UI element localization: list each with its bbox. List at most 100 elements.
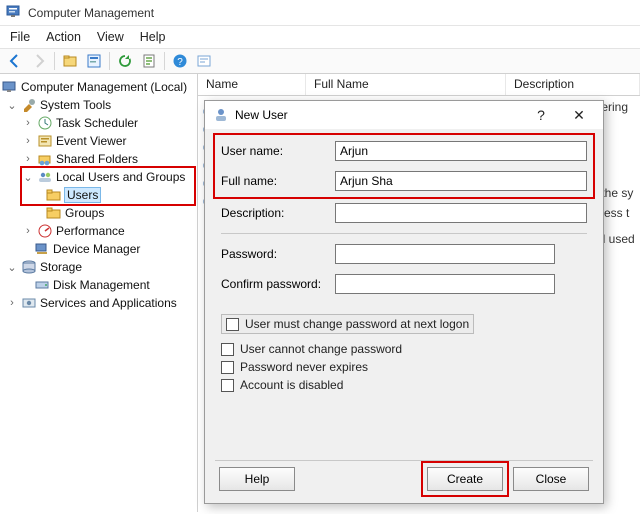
close-button[interactable]: Close <box>513 467 589 491</box>
password-input[interactable] <box>335 244 555 264</box>
tree-label: Performance <box>56 224 125 238</box>
password-label: Password: <box>221 247 331 261</box>
tree-performance[interactable]: › Performance <box>0 222 197 240</box>
tree-label: Users <box>65 188 100 202</box>
refresh-button[interactable] <box>114 51 136 71</box>
check-must-change[interactable]: User must change password at next logon <box>221 314 474 334</box>
column-headers: Name Full Name Description <box>198 74 640 96</box>
confirm-label: Confirm password: <box>221 277 331 291</box>
menu-file[interactable]: File <box>10 30 30 44</box>
col-name[interactable]: Name <box>198 74 306 95</box>
clock-icon <box>37 115 53 131</box>
new-container-button[interactable] <box>59 51 81 71</box>
field-password: Password: <box>221 244 587 264</box>
expander-icon[interactable]: › <box>22 135 34 147</box>
properties-button[interactable] <box>83 51 105 71</box>
users-icon <box>37 169 53 185</box>
perf-icon <box>37 223 53 239</box>
check-label: Password never expires <box>240 360 368 374</box>
tree-groups[interactable]: Groups <box>0 204 197 222</box>
tree-label: Groups <box>65 206 104 220</box>
tree-label: Services and Applications <box>40 296 177 310</box>
tree-label: System Tools <box>40 98 111 112</box>
tree-event-viewer[interactable]: › Event Viewer <box>0 132 197 150</box>
username-label: User name: <box>221 144 331 158</box>
field-description: Description: <box>221 203 587 223</box>
help-button[interactable]: ? <box>169 51 191 71</box>
dialog-title: New User <box>235 108 288 122</box>
expander-icon[interactable]: › <box>22 153 34 165</box>
col-description[interactable]: Description <box>506 74 640 95</box>
check-label: Account is disabled <box>240 378 343 392</box>
description-label: Description: <box>221 206 331 220</box>
menu-help[interactable]: Help <box>140 30 166 44</box>
check-disabled[interactable]: Account is disabled <box>221 378 587 392</box>
tree-root-label: Computer Management (Local) <box>21 80 187 94</box>
tree-users[interactable]: Users <box>0 186 197 204</box>
tree-task-scheduler[interactable]: › Task Scheduler <box>0 114 197 132</box>
toolbar-divider <box>164 52 165 70</box>
username-input[interactable] <box>335 141 587 161</box>
toolbar-divider <box>109 52 110 70</box>
tree-disk-management[interactable]: Disk Management <box>0 276 197 294</box>
tree-device-manager[interactable]: Device Manager <box>0 240 197 258</box>
event-icon <box>37 133 53 149</box>
checkbox-icon <box>221 361 234 374</box>
tree-label: Task Scheduler <box>56 116 138 130</box>
action-button[interactable] <box>193 51 215 71</box>
confirm-password-input[interactable] <box>335 274 555 294</box>
check-cannot-change[interactable]: User cannot change password <box>221 342 587 356</box>
tree-label: Local Users and Groups <box>56 170 185 184</box>
disk-icon <box>34 277 50 293</box>
help-button[interactable]: Help <box>219 467 295 491</box>
window-title: Computer Management <box>28 6 154 20</box>
checkbox-icon <box>221 379 234 392</box>
expander-icon[interactable]: ⌄ <box>6 99 18 112</box>
export-button[interactable] <box>138 51 160 71</box>
tree-label: Shared Folders <box>56 152 138 166</box>
menu-view[interactable]: View <box>97 30 124 44</box>
tree-label: Storage <box>40 260 82 274</box>
tree-system-tools[interactable]: ⌄ System Tools <box>0 96 197 114</box>
col-full-name[interactable]: Full Name <box>306 74 506 95</box>
check-label: User cannot change password <box>240 342 402 356</box>
create-button[interactable]: Create <box>427 467 503 491</box>
services-icon <box>21 295 37 311</box>
fullname-input[interactable] <box>335 171 587 191</box>
tree-label: Event Viewer <box>56 134 126 148</box>
description-input[interactable] <box>335 203 587 223</box>
field-confirm: Confirm password: <box>221 274 587 294</box>
fullname-label: Full name: <box>221 174 331 188</box>
expander-icon[interactable]: › <box>22 225 34 237</box>
toolbar-divider <box>54 52 55 70</box>
folder-icon <box>46 205 62 221</box>
tools-icon <box>21 97 37 113</box>
tree-local-users[interactable]: ⌄ Local Users and Groups <box>0 168 197 186</box>
expander-icon[interactable]: ⌄ <box>22 171 34 184</box>
device-icon <box>34 241 50 257</box>
tree-services-apps[interactable]: › Services and Applications <box>0 294 197 312</box>
dialog-close-button[interactable]: ✕ <box>563 104 595 126</box>
computer-icon <box>2 79 18 95</box>
expander-icon[interactable]: › <box>22 117 34 129</box>
tree-root[interactable]: Computer Management (Local) <box>0 78 197 96</box>
storage-icon <box>21 259 37 275</box>
tree-label: Disk Management <box>53 278 150 292</box>
dialog-titlebar: New User ? ✕ <box>205 101 603 129</box>
dialog-help-button[interactable]: ? <box>525 104 557 126</box>
svg-text:?: ? <box>177 57 183 68</box>
checkbox-icon <box>226 318 239 331</box>
check-never-expires[interactable]: Password never expires <box>221 360 587 374</box>
expander-icon[interactable]: › <box>6 297 18 309</box>
menubar: File Action View Help <box>0 26 640 48</box>
forward-button[interactable] <box>28 51 50 71</box>
tree-storage[interactable]: ⌄ Storage <box>0 258 197 276</box>
toolbar: ? <box>0 48 640 74</box>
expander-icon[interactable]: ⌄ <box>6 261 18 274</box>
dialog-body: User name: Full name: Description: Passw… <box>205 129 603 460</box>
user-icon <box>213 107 229 123</box>
back-button[interactable] <box>4 51 26 71</box>
menu-action[interactable]: Action <box>46 30 81 44</box>
share-icon <box>37 151 53 167</box>
tree-shared-folders[interactable]: › Shared Folders <box>0 150 197 168</box>
